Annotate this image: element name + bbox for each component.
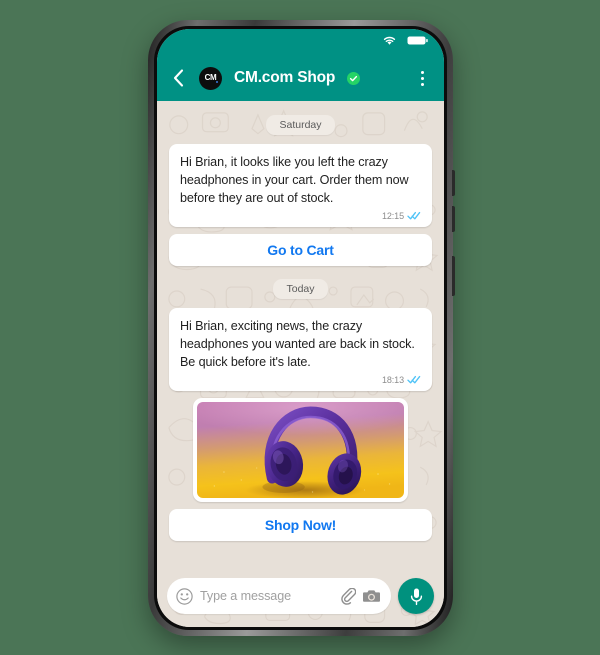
microphone-icon [410,588,422,605]
volume-up-button[interactable] [452,170,455,196]
message-bubble-1[interactable]: Hi Brian, it looks like you left the cra… [169,144,432,227]
wifi-icon [382,33,397,51]
status-bar [157,29,444,55]
avatar-initials: CM [204,73,217,82]
message-bubble-2[interactable]: Hi Brian, exciting news, the crazy headp… [169,308,432,391]
avatar-accent-dot [216,80,218,83]
message-meta-2: 18:13 [180,373,421,386]
phone-screen: CM CM.com Shop Saturday Hi Brian, it loo… [157,29,444,627]
volume-down-button[interactable] [452,206,455,232]
message-text-2: Hi Brian, exciting news, the crazy headp… [180,319,415,369]
chat-header: CM CM.com Shop [157,55,444,101]
double-check-read-icon [407,207,421,225]
contact-name[interactable]: CM.com Shop [234,69,335,87]
paperclip-icon[interactable] [340,587,356,605]
shop-now-button[interactable]: Shop Now! [169,509,432,541]
media-message-bubble[interactable] [193,398,408,502]
message-input-bar: Type a message [157,565,444,627]
message-text-1: Hi Brian, it looks like you left the cra… [180,155,409,205]
camera-icon[interactable] [363,588,381,604]
date-pill-saturday: Saturday [266,115,335,135]
purple-headphones-photo[interactable] [197,402,404,498]
date-separator-row: Saturday [169,115,432,135]
double-check-read-icon [407,371,421,389]
chat-message-list: Saturday Hi Brian, it looks like you lef… [157,101,444,565]
verified-check-icon [347,71,361,85]
go-to-cart-button[interactable]: Go to Cart [169,234,432,266]
message-meta-1: 12:15 [180,209,421,222]
power-button[interactable] [452,256,455,296]
battery-icon [407,33,428,51]
message-input-field[interactable]: Type a message [167,578,391,614]
phone-device-frame: CM CM.com Shop Saturday Hi Brian, it loo… [148,20,455,636]
message-input-placeholder[interactable]: Type a message [200,589,333,603]
shop-now-label: Shop Now! [264,517,337,533]
avatar[interactable]: CM [199,66,222,90]
phone-bezel: CM CM.com Shop Saturday Hi Brian, it loo… [154,26,447,630]
overflow-menu-icon[interactable] [412,65,432,91]
message-time-2: 18:13 [381,374,404,385]
go-to-cart-label: Go to Cart [267,242,334,258]
voice-record-button[interactable] [398,578,434,614]
date-pill-today: Today [273,279,328,299]
back-button[interactable] [167,65,189,91]
date-separator-row-today: Today [169,279,432,299]
smiley-emoji-icon[interactable] [176,587,193,605]
chat-scroll-area[interactable]: Saturday Hi Brian, it looks like you lef… [169,111,432,561]
back-chevron-icon [173,69,183,87]
message-time-1: 12:15 [381,210,404,221]
